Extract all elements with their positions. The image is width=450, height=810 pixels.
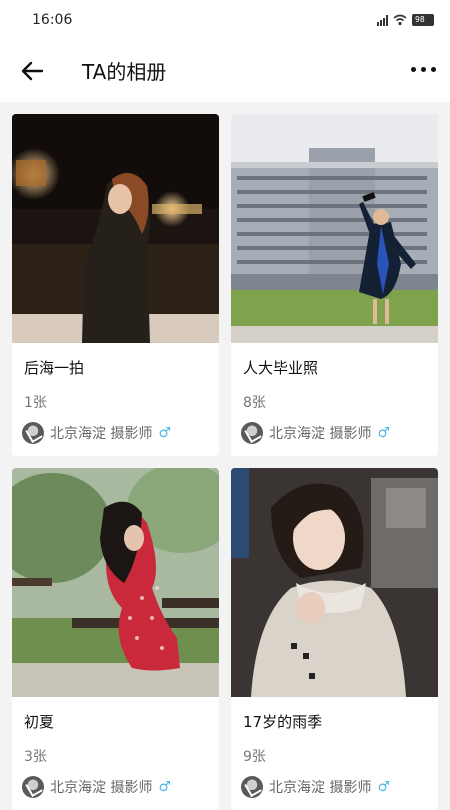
album-title: 初夏	[24, 713, 55, 731]
album-cover-image	[12, 468, 219, 697]
avatar	[22, 776, 44, 798]
album-photo-count: 9张	[243, 749, 266, 765]
status-time: 16:06	[32, 12, 73, 28]
avatar	[22, 422, 44, 444]
album-photo-count: 1张	[24, 395, 47, 411]
battery-icon: 98	[412, 14, 434, 26]
male-gender-icon: ♂	[377, 425, 391, 441]
male-gender-icon: ♂	[158, 425, 172, 441]
wifi-icon	[393, 14, 407, 26]
album-title: 17岁的雨季	[243, 713, 323, 731]
page-title: TA的相册	[82, 60, 167, 84]
avatar	[241, 776, 263, 798]
album-author[interactable]: 北京海淀 摄影师 ♂	[22, 422, 171, 444]
album-photo-count: 3张	[24, 749, 47, 765]
album-photo-count: 8张	[243, 395, 266, 411]
more-options-icon[interactable]	[411, 67, 436, 72]
album-title: 后海一拍	[24, 359, 85, 377]
avatar	[241, 422, 263, 444]
album-title: 人大毕业照	[243, 359, 319, 377]
back-arrow-icon[interactable]	[20, 58, 46, 84]
status-icons: 98	[377, 14, 434, 26]
album-cover-image	[231, 114, 438, 343]
author-name: 北京海淀 摄影师	[269, 426, 372, 442]
album-card[interactable]: 初夏 3张 北京海淀 摄影师 ♂	[12, 468, 219, 810]
album-card[interactable]: 人大毕业照 8张 北京海淀 摄影师 ♂	[231, 114, 438, 456]
album-cover-image	[231, 468, 438, 697]
author-name: 北京海淀 摄影师	[269, 780, 372, 796]
album-card[interactable]: 后海一拍 1张 北京海淀 摄影师 ♂	[12, 114, 219, 456]
author-name: 北京海淀 摄影师	[50, 780, 153, 796]
title-bar: TA的相册	[0, 40, 450, 102]
status-bar: 16:06 98	[0, 0, 450, 40]
album-author[interactable]: 北京海淀 摄影师 ♂	[241, 422, 390, 444]
album-author[interactable]: 北京海淀 摄影师 ♂	[241, 776, 390, 798]
album-author[interactable]: 北京海淀 摄影师 ♂	[22, 776, 171, 798]
album-card[interactable]: 17岁的雨季 9张 北京海淀 摄影师 ♂	[231, 468, 438, 810]
signal-icon	[377, 14, 388, 26]
male-gender-icon: ♂	[158, 779, 172, 795]
author-name: 北京海淀 摄影师	[50, 426, 153, 442]
album-cover-image	[12, 114, 219, 343]
male-gender-icon: ♂	[377, 779, 391, 795]
